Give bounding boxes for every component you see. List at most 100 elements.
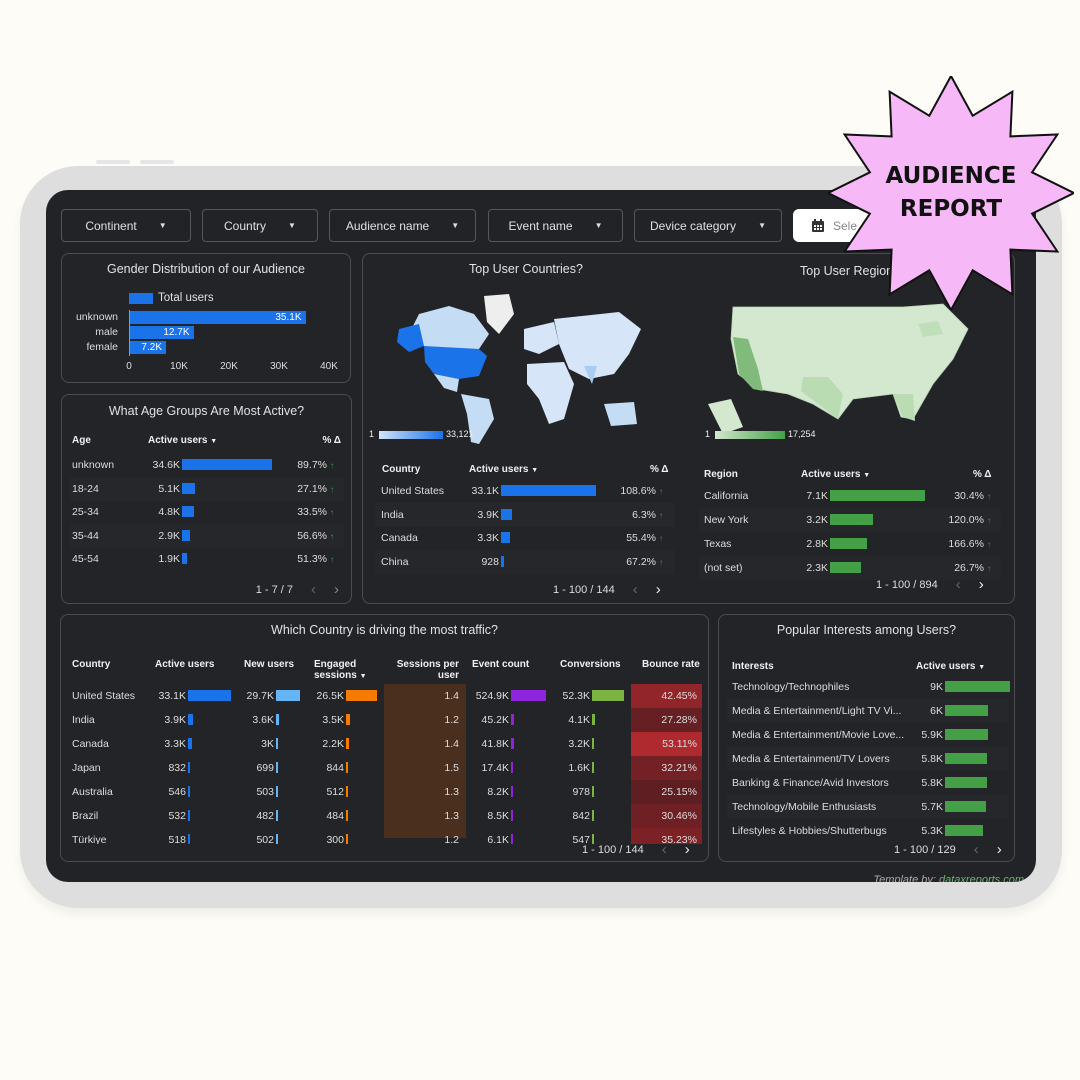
table-row[interactable]: Banking & Finance/Avid Investors 5.8K — [727, 771, 1008, 795]
us-choropleth-map[interactable] — [703, 299, 973, 439]
bounce-rate-cell: 25.15% — [631, 780, 702, 804]
prev-page-button[interactable]: ‹ — [311, 581, 316, 598]
column-header-active-users[interactable]: Active users ▼ — [801, 469, 870, 480]
prev-page-button[interactable]: ‹ — [956, 576, 961, 593]
column-header-bounce-rate[interactable]: Bounce rate — [642, 659, 700, 670]
column-header-active-users[interactable]: Active users ▼ — [148, 435, 217, 446]
prev-page-button[interactable]: ‹ — [974, 841, 979, 858]
filter-label: Continent — [85, 218, 137, 233]
column-header-event-count[interactable]: Event count — [472, 659, 529, 670]
header-label: sessions — [314, 670, 357, 681]
next-page-button[interactable]: › — [334, 581, 339, 598]
column-header-country[interactable]: Country — [72, 659, 110, 670]
table-row[interactable]: India 3.9K 6.3% ↑ — [375, 502, 675, 527]
column-header-region[interactable]: Region — [704, 469, 738, 480]
table-row[interactable]: Brazil 532 482 484 8.5K 842 1.3 30.46% — [61, 804, 710, 828]
active-users-bar — [182, 529, 190, 541]
new-value: 3K — [261, 738, 274, 750]
table-row[interactable]: Media & Entertainment/Movie Love... 5.9K — [727, 723, 1008, 747]
active-users-bar — [945, 753, 987, 764]
active-users-bar — [945, 801, 987, 812]
filter-continent[interactable]: Continent ▼ — [61, 209, 191, 242]
next-page-button[interactable]: › — [997, 841, 1002, 858]
conv-bar — [592, 690, 624, 701]
card-title: Popular Interests among Users? — [776, 623, 957, 637]
percent-change-value: 108.6% ↑ — [620, 485, 663, 497]
active-users-value: 7.1K — [806, 490, 828, 502]
world-choropleth-map[interactable] — [379, 284, 649, 444]
table-row[interactable]: New York 3.2K 120.0% ↑ — [699, 508, 1001, 532]
legend-swatch — [129, 293, 153, 304]
events-value: 8.5K — [487, 810, 509, 822]
map-region-usa — [424, 346, 487, 379]
prev-page-button[interactable]: ‹ — [662, 841, 667, 858]
column-header-conversions[interactable]: Conversions — [560, 659, 621, 670]
filter-device-category[interactable]: Device category ▼ — [634, 209, 782, 242]
active-users-value: 2.3K — [806, 562, 828, 574]
filter-country[interactable]: Country ▼ — [202, 209, 318, 242]
active-bar — [188, 786, 190, 797]
pagination: 1 - 100 / 894 ‹ › — [876, 576, 984, 593]
column-header-active-users[interactable]: Active users ▼ — [916, 661, 985, 672]
table-row[interactable]: 45-54 1.9K 51.3% ↑ — [70, 547, 344, 571]
table-row[interactable]: Lifestyles & Hobbies/Shutterbugs 5.3K — [727, 819, 1008, 843]
column-header-delta[interactable]: % Δ — [650, 464, 669, 475]
bounce-rate-value: 32.21% — [661, 762, 697, 774]
table-row[interactable]: Australia 546 503 512 8.2K 978 1.3 25.15% — [61, 780, 710, 804]
credit-link[interactable]: dataxreports.com — [939, 874, 1024, 882]
column-header-active-users[interactable]: Active users ▼ — [469, 464, 538, 475]
country-label: India — [381, 508, 404, 521]
conv-bar — [592, 810, 594, 821]
active-users-value: 34.6K — [152, 459, 180, 471]
table-row[interactable]: 25-34 4.8K 33.5% ↑ — [70, 500, 344, 524]
table-row[interactable]: United States 33.1K 108.6% ↑ — [375, 479, 675, 503]
prev-page-button[interactable]: ‹ — [633, 581, 638, 598]
header-label: Active users — [148, 435, 208, 446]
table-row[interactable]: Media & Entertainment/Light TV Vi... 6K — [727, 699, 1008, 723]
table-row[interactable]: India 3.9K 3.6K 3.5K 45.2K 4.1K 1.2 27.28% — [61, 708, 710, 732]
filter-event-name[interactable]: Event name ▼ — [488, 209, 623, 242]
new-bar — [276, 690, 300, 701]
table-row[interactable]: United States 33.1K 29.7K 26.5K 524.9K 52.3K 1… — [61, 684, 710, 708]
column-header-active-users[interactable]: Active users — [155, 659, 214, 670]
next-page-button[interactable]: › — [685, 841, 690, 858]
active-users-bar — [830, 562, 861, 573]
table-row[interactable]: China 928 67.2% ↑ — [375, 549, 675, 574]
table-row[interactable]: 18-24 5.1K 27.1% ↑ — [70, 476, 344, 501]
table-row[interactable]: Technology/Mobile Enthusiasts 5.7K — [727, 795, 1008, 819]
column-header-delta[interactable]: % Δ — [973, 469, 992, 480]
column-header-interests[interactable]: Interests — [732, 661, 774, 672]
next-page-button[interactable]: › — [979, 576, 984, 593]
percent-change-text: 26.7% — [954, 562, 984, 574]
table-row[interactable]: California 7.1K 30.4% ↑ — [699, 484, 1001, 508]
new-bar — [276, 714, 279, 725]
engaged-value: 2.2K — [322, 738, 344, 750]
active-users-value: 3.9K — [477, 508, 499, 521]
column-header-engaged-sessions[interactable]: Engaged sessions ▼ — [314, 659, 367, 682]
filter-audience-name[interactable]: Audience name ▼ — [329, 209, 476, 242]
sort-desc-icon: ▼ — [210, 438, 218, 445]
percent-change-text: 166.6% — [948, 538, 984, 550]
active-users-value: 5.1K — [158, 482, 180, 495]
table-row[interactable]: 35-44 2.9K 56.6% ↑ — [70, 523, 344, 548]
column-header-sessions-per-user[interactable]: Sessions per user — [381, 659, 459, 681]
events-bar — [511, 786, 513, 797]
table-row[interactable]: Texas 2.8K 166.6% ↑ — [699, 532, 1001, 556]
table-row[interactable]: Canada 3.3K 55.4% ↑ — [375, 526, 675, 550]
column-header-country[interactable]: Country — [382, 464, 420, 475]
table-row[interactable]: Technology/Technophiles 9K — [727, 675, 1010, 699]
next-page-button[interactable]: › — [656, 581, 661, 598]
table-row[interactable]: Canada 3.3K 3K 2.2K 41.8K 3.2K 1.4 53.11% — [61, 732, 710, 756]
badge-line: AUDIENCE — [885, 163, 1017, 189]
active-users-value: 3.3K — [477, 532, 499, 544]
table-row[interactable]: unknown 34.6K 89.7% ↑ — [70, 453, 344, 477]
page-range: 1 - 7 / 7 — [255, 583, 293, 596]
bounce-rate-value: 30.46% — [661, 810, 697, 822]
new-value: 502 — [256, 834, 274, 844]
table-row[interactable]: Japan 832 699 844 17.4K 1.6K 1.5 32.21% — [61, 756, 710, 780]
table-row[interactable]: Media & Entertainment/TV Lovers 5.8K — [727, 747, 1008, 771]
country-label: Japan — [72, 762, 101, 774]
column-header-delta[interactable]: % Δ — [323, 435, 342, 446]
column-header-new-users[interactable]: New users — [244, 659, 294, 670]
column-header-age[interactable]: Age — [72, 435, 91, 446]
